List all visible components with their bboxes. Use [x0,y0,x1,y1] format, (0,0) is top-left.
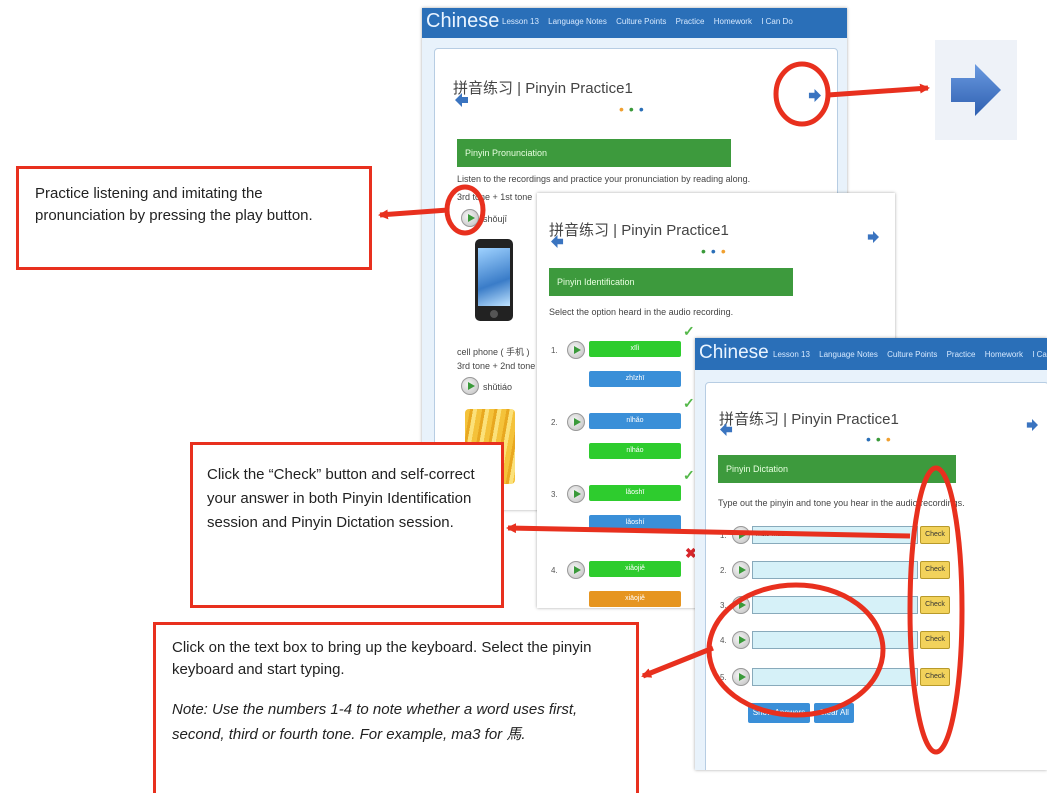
callout-play-text: Practice listening and imitating the pro… [35,185,313,224]
callout-play: Practice listening and imitating the pro… [16,166,372,270]
arrow-play [378,207,449,220]
arrow-check [506,523,911,539]
callout-check-text: Click the “Check” button and self-correc… [207,466,475,531]
callout-keyboard-text: Click on the text box to bring up the ke… [172,639,592,678]
arrow-textbox [641,645,714,679]
highlight-circle-play [444,184,486,236]
callout-keyboard: Click on the text box to bring up the ke… [153,622,639,793]
highlight-circle-check [907,465,965,755]
callout-check: Click the “Check” button and self-correc… [190,442,504,608]
highlight-circle-next [773,61,831,127]
highlight-circle-textbox [706,582,886,718]
callout-note-text: Note: Use the numbers 1-4 to note whethe… [172,701,578,743]
arrow-next-detail [827,83,930,98]
